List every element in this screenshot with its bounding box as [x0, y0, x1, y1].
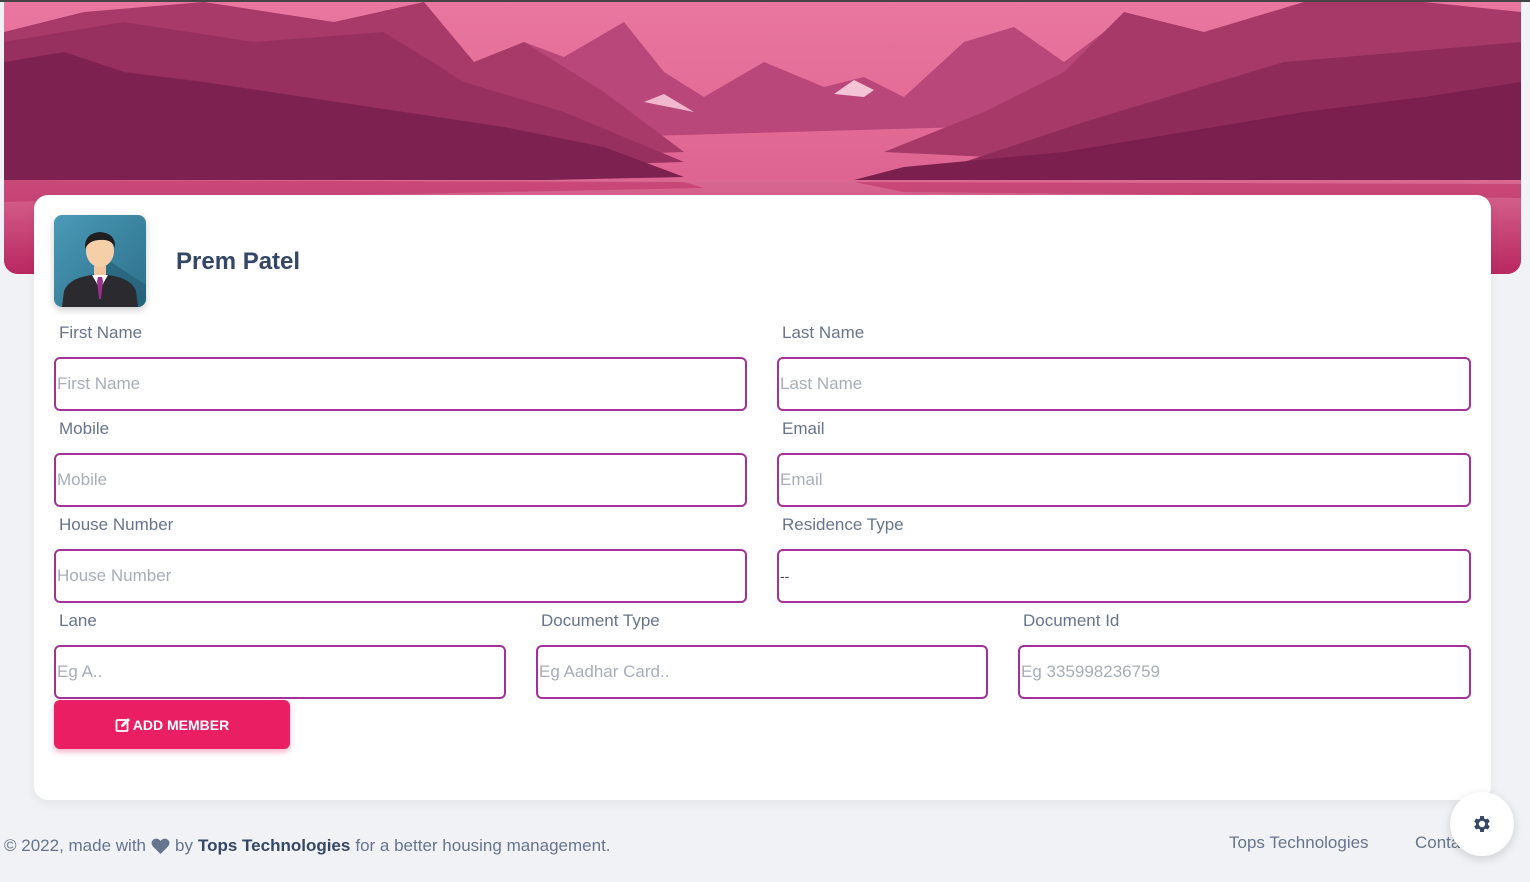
add-member-label: ADD MEMBER [132, 716, 230, 733]
residence-type-select[interactable]: -- [777, 549, 1471, 603]
gear-icon [1474, 816, 1490, 832]
house-number-input[interactable] [54, 549, 747, 603]
heart-icon [151, 838, 170, 854]
email-input[interactable] [777, 453, 1471, 507]
residence-type-selected-value: -- [780, 568, 790, 584]
member-form-card: Prem Patel First Name Last Name Mobile E… [34, 195, 1491, 800]
mobile-input[interactable] [54, 453, 747, 507]
mobile-label: Mobile [59, 419, 110, 438]
first-name-input[interactable] [54, 357, 747, 411]
profile-name: Prem Patel [176, 248, 301, 275]
footer-by: by [175, 836, 193, 855]
last-name-label: Last Name [782, 323, 865, 342]
copyright-prefix: © 2022, made with [4, 836, 146, 855]
settings-button[interactable] [1450, 792, 1514, 856]
user-avatar-image [54, 215, 146, 307]
footer-company-link[interactable]: Tops Technologies [198, 836, 350, 856]
lane-input[interactable] [54, 645, 506, 699]
house-number-label: House Number [59, 515, 174, 534]
lane-label: Lane [59, 611, 97, 630]
email-label: Email [782, 419, 825, 438]
document-id-input[interactable] [1018, 645, 1471, 699]
document-id-label: Document Id [1023, 611, 1120, 630]
footer-suffix: for a better housing management. [355, 836, 611, 855]
first-name-label: First Name [59, 323, 143, 342]
residence-type-label: Residence Type [782, 515, 904, 534]
avatar [54, 215, 146, 307]
page: Prem Patel First Name Last Name Mobile E… [0, 0, 1530, 882]
add-member-button[interactable]: ADD MEMBER [54, 700, 290, 749]
edit-icon [115, 717, 130, 732]
last-name-input[interactable] [777, 357, 1471, 411]
footer-copyright: © 2022, made with by Tops Technologies f… [4, 836, 611, 856]
document-type-label: Document Type [541, 611, 660, 630]
document-type-input[interactable] [536, 645, 988, 699]
footer-link-tops-technologies[interactable]: Tops Technologies [1229, 833, 1369, 853]
